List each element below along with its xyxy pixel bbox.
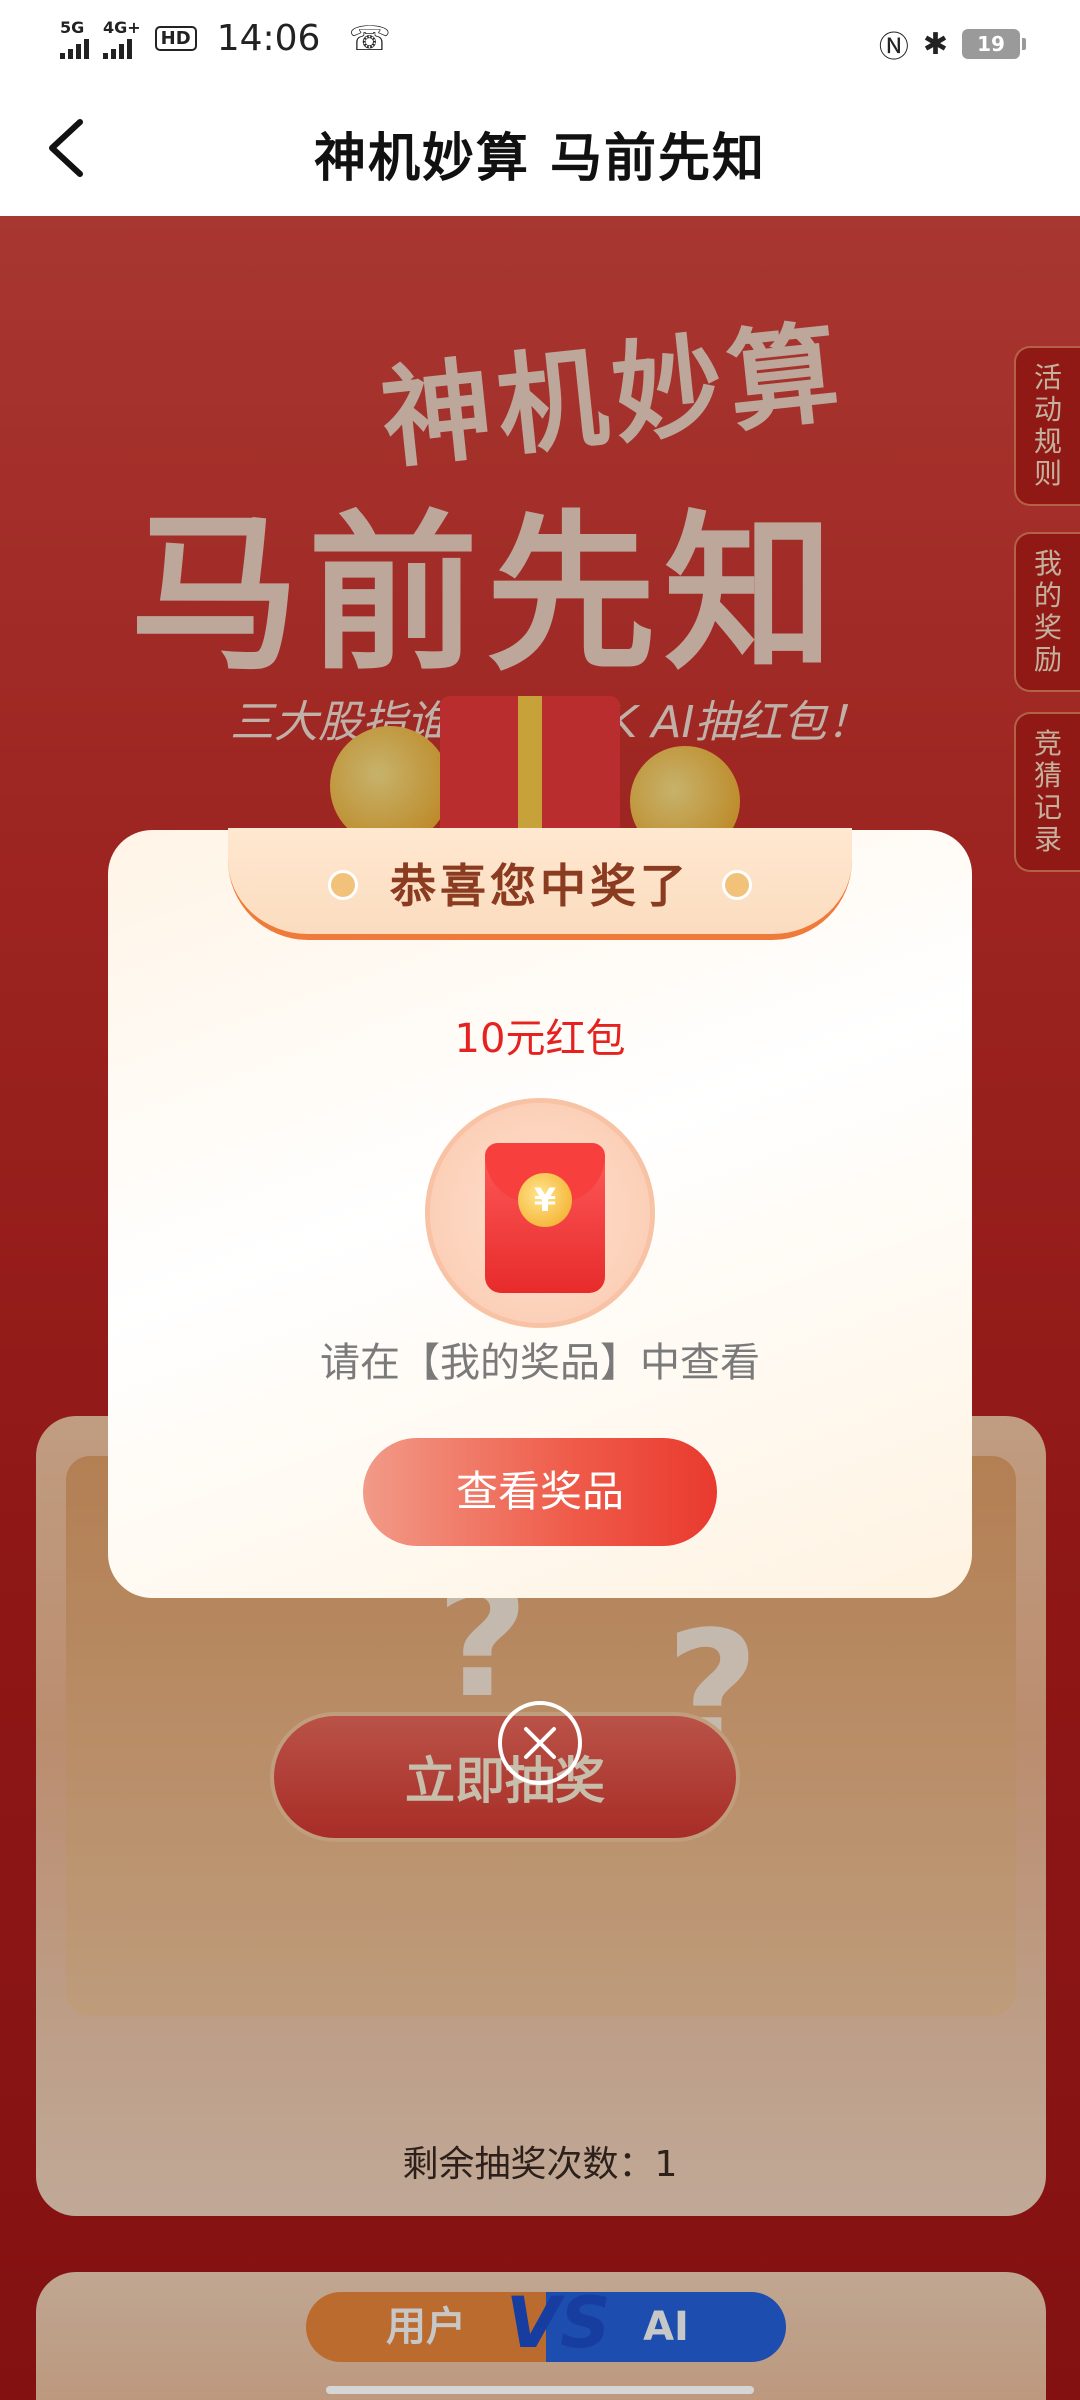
view-prize-button[interactable]: 查看奖品 (363, 1438, 717, 1546)
clock: 14:06 (216, 18, 321, 59)
yen-coin-icon: ¥ (518, 1173, 572, 1227)
prize-hint: 请在【我的奖品】中查看 (320, 1340, 760, 1386)
prize-image: ¥ (425, 1098, 655, 1328)
status-bar: 5G 4G+ HD 14:06 ☏ Ⓝ ✱ 19 (0, 0, 1080, 80)
home-indicator[interactable] (326, 2386, 754, 2394)
modal-header: 恭喜您中奖了 (390, 859, 690, 913)
prize-modal: 恭喜您中奖了 10元红包 ¥ 请在【我的奖品】中查看 查看奖品 (108, 828, 972, 1598)
bluetooth-icon: ✱ (922, 26, 948, 62)
page-title: 神机妙算 马前先知 (313, 129, 767, 189)
nfc-icon: Ⓝ (878, 30, 909, 65)
close-x-icon (524, 1727, 556, 1759)
red-envelope-icon: ¥ (485, 1143, 605, 1293)
prize-name: 10元红包 (454, 1016, 626, 1062)
hd-voice-icon: HD (154, 26, 197, 51)
close-icon[interactable] (498, 1701, 582, 1785)
network-4g-label: 4G+ (103, 17, 141, 37)
nav-bar: 神机妙算 马前先知 (0, 80, 1080, 216)
battery-icon: 19 (962, 29, 1026, 59)
signal-4g: 4G+ (103, 17, 141, 59)
modal-header-ribbon: 恭喜您中奖了 (228, 828, 852, 940)
network-5g-label: 5G (60, 17, 85, 37)
ribbon-dot-icon (722, 870, 752, 900)
signal-5g: 5G (60, 17, 89, 59)
missed-call-icon: ☏ (348, 18, 391, 59)
